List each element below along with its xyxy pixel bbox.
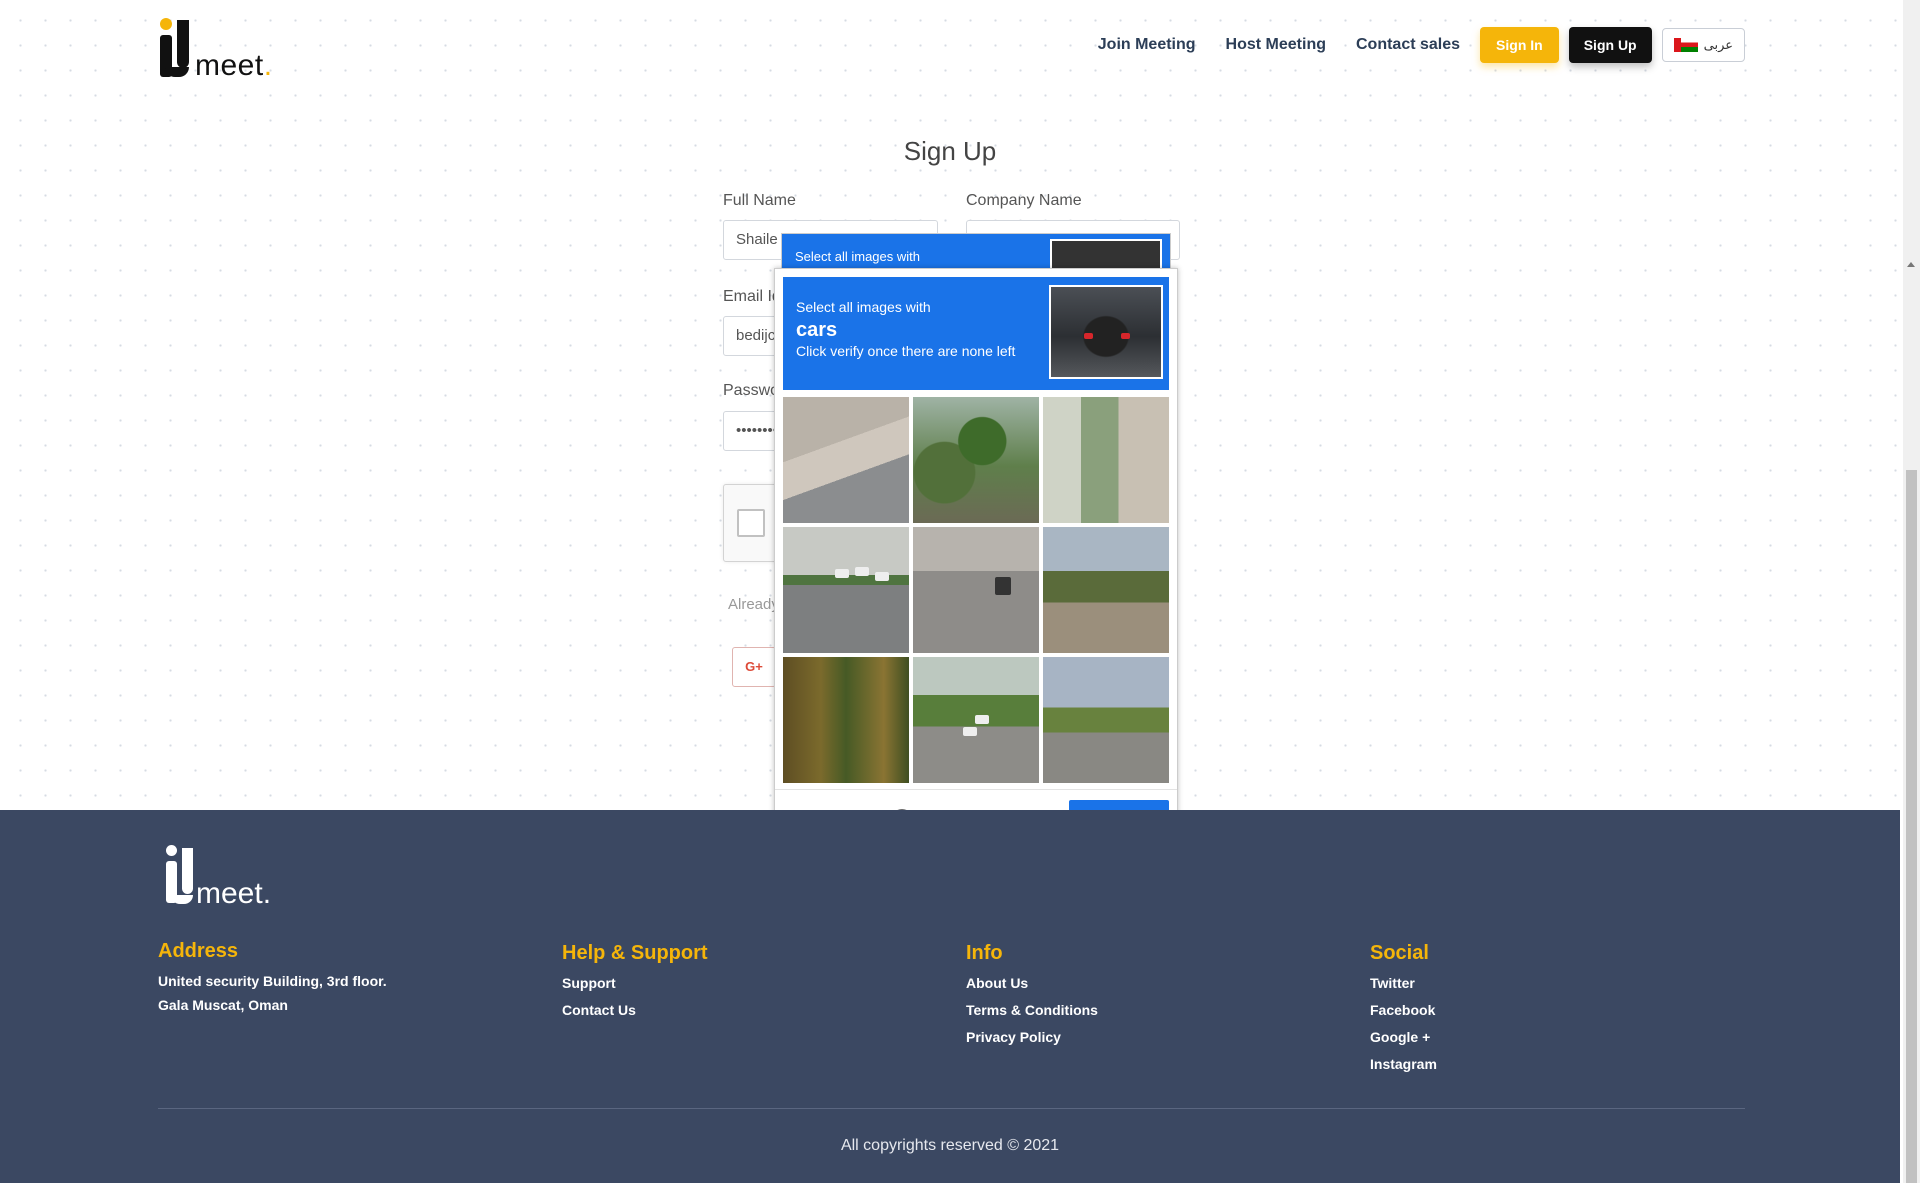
footer-link-facebook[interactable]: Facebook bbox=[1370, 1002, 1437, 1018]
copyright-text: All copyrights reserved © 2021 bbox=[840, 1137, 1060, 1154]
challenge-tile-3[interactable] bbox=[1043, 397, 1169, 523]
footer-logo[interactable]: meet. bbox=[163, 845, 273, 910]
language-label: عربى bbox=[1703, 37, 1733, 52]
address-line-2: Gala Muscat, Oman bbox=[158, 997, 288, 1013]
google-signin-button[interactable]: G+ bbox=[732, 647, 776, 687]
social-heading: Social bbox=[1370, 942, 1429, 964]
footer-divider bbox=[158, 1108, 1745, 1109]
challenge-tile-7[interactable] bbox=[783, 657, 909, 783]
already-account-text: Already bbox=[728, 596, 779, 613]
page-title: Sign Up bbox=[903, 136, 997, 166]
info-heading: Info bbox=[966, 942, 1003, 964]
nav-join-meeting[interactable]: Join Meeting bbox=[1098, 36, 1196, 54]
challenge-tile-9[interactable] bbox=[1043, 657, 1169, 783]
scroll-up-arrow-icon[interactable] bbox=[1907, 262, 1915, 267]
footer-help: Help & Support Support Contact Us bbox=[562, 942, 708, 1029]
challenge-tile-1[interactable] bbox=[783, 397, 909, 523]
footer-social: Social Twitter Facebook Google + Instagr… bbox=[1370, 942, 1437, 1083]
footer-link-twitter[interactable]: Twitter bbox=[1370, 975, 1437, 991]
full-name-label: Full Name bbox=[723, 192, 796, 209]
scrollbar-thumb[interactable] bbox=[1906, 470, 1917, 1183]
sign-in-button[interactable]: Sign In bbox=[1480, 27, 1559, 63]
address-line-1: United security Building, 3rd floor. bbox=[158, 973, 387, 989]
footer-address: Address United security Building, 3rd fl… bbox=[158, 940, 387, 1021]
challenge-tile-6[interactable] bbox=[1043, 527, 1169, 653]
help-heading: Help & Support bbox=[562, 942, 708, 964]
challenge-target: cars bbox=[796, 319, 838, 341]
password-label: Passwo bbox=[723, 382, 780, 399]
challenge-tile-8[interactable] bbox=[913, 657, 1039, 783]
footer-link-instagram[interactable]: Instagram bbox=[1370, 1056, 1437, 1072]
sign-up-button[interactable]: Sign Up bbox=[1568, 27, 1652, 63]
challenge-tile-2[interactable] bbox=[913, 397, 1039, 523]
oman-flag-icon bbox=[1673, 38, 1698, 52]
challenge-header: Select all images with cars Click verify… bbox=[783, 277, 1169, 390]
language-button[interactable]: عربى bbox=[1661, 28, 1745, 62]
nav-contact-sales[interactable]: Contact sales bbox=[1356, 36, 1460, 54]
company-name-label: Company Name bbox=[966, 192, 1082, 209]
scrollbar[interactable] bbox=[1903, 0, 1920, 1183]
footer-link-contact-us[interactable]: Contact Us bbox=[562, 1002, 708, 1018]
footer-info: Info About Us Terms & Conditions Privacy… bbox=[966, 942, 1098, 1056]
footer-link-google-plus[interactable]: Google + bbox=[1370, 1029, 1437, 1045]
challenge-hint: Click verify once there are none left bbox=[796, 343, 1016, 359]
logo-wordmark: meet. bbox=[195, 49, 273, 82]
challenge-sample-image bbox=[1049, 285, 1163, 379]
captcha-challenge: Select all images with cars Click verify… bbox=[774, 268, 1178, 852]
captcha-checkbox[interactable] bbox=[737, 509, 765, 537]
challenge-behind-thumb bbox=[1050, 239, 1162, 270]
main-nav: Join Meeting Host Meeting Contact sales … bbox=[1068, 27, 1745, 63]
challenge-tile-4[interactable] bbox=[783, 527, 909, 653]
challenge-behind: Select all images with bbox=[781, 233, 1171, 271]
footer-link-privacy[interactable]: Privacy Policy bbox=[966, 1029, 1098, 1045]
footer-logo-wordmark: meet. bbox=[196, 877, 272, 910]
challenge-instruction: Select all images with bbox=[796, 299, 931, 315]
challenge-tile-5[interactable] bbox=[913, 527, 1039, 653]
logo[interactable]: meet. bbox=[158, 15, 272, 85]
challenge-image-grid bbox=[783, 397, 1169, 783]
email-label: Email Id bbox=[723, 288, 781, 305]
address-heading: Address bbox=[158, 940, 239, 962]
footer-link-about[interactable]: About Us bbox=[966, 975, 1098, 991]
footer-link-terms[interactable]: Terms & Conditions bbox=[966, 1002, 1098, 1018]
nav-host-meeting[interactable]: Host Meeting bbox=[1226, 36, 1326, 54]
footer-link-support[interactable]: Support bbox=[562, 975, 708, 991]
